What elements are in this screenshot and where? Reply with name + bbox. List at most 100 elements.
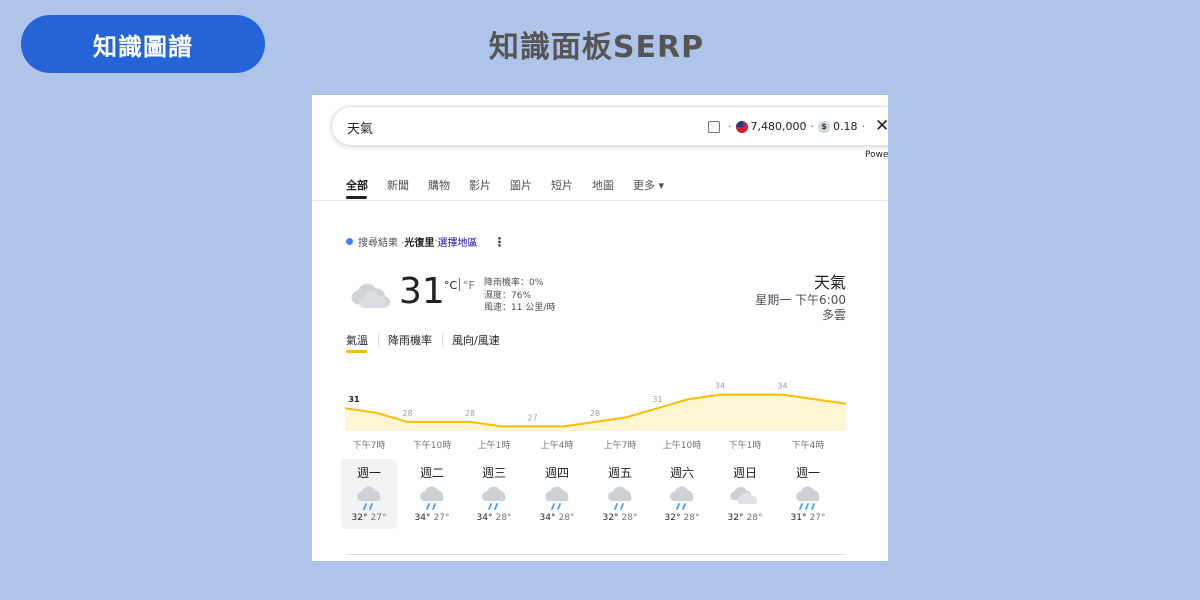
day-name: 週六	[669, 466, 694, 480]
day-temps: 32° 27°	[341, 513, 397, 523]
day-temps: 31° 27°	[780, 513, 836, 523]
time-label: 上午4時	[540, 441, 574, 451]
day-temps: 32° 28°	[717, 513, 773, 523]
day-temps: 34° 28°	[466, 513, 522, 523]
low-temp: 27°	[370, 513, 387, 523]
tab-shopping[interactable]: 購物	[428, 177, 450, 193]
tab-temperature[interactable]: 氣溫	[346, 332, 378, 348]
current-temp: 31	[399, 271, 445, 312]
temperature-label: 31	[652, 395, 662, 404]
day-name: 週二	[419, 466, 444, 480]
day-name: 週三	[481, 466, 506, 480]
low-temp: 27°	[809, 513, 826, 523]
high-temp: 34°	[539, 513, 556, 523]
time-label: 下午7時	[352, 441, 386, 451]
high-temp: 32°	[727, 513, 744, 523]
time-label: 下午1時	[728, 441, 762, 451]
high-temp: 31°	[790, 513, 807, 523]
tab-videos[interactable]: 影片	[469, 177, 491, 193]
time-label: 上午1時	[477, 441, 511, 451]
forecast-day[interactable]: 週三 34° 28°	[466, 459, 522, 529]
tab-shorts[interactable]: 短片	[551, 177, 573, 193]
tabs-divider	[312, 200, 888, 201]
day-name: 週一	[356, 466, 381, 480]
forecast-day[interactable]: 週一 32° 27°	[341, 459, 397, 529]
tab-more[interactable]: 更多 ▾	[633, 177, 664, 193]
temperature-label: 34	[715, 382, 725, 391]
precip-chance: 降雨機率：0%	[484, 278, 544, 288]
rain-icon	[667, 484, 697, 510]
dollar-icon: $	[817, 120, 830, 133]
forecast-day[interactable]: 週五 32° 28°	[592, 459, 648, 529]
search-tabs: 全部 新聞 購物 影片 圖片 短片 地圖 更多 ▾	[346, 177, 683, 193]
active-tab-indicator	[346, 196, 367, 199]
tab-precipitation[interactable]: 降雨機率	[388, 332, 442, 348]
close-icon[interactable]: ✕	[875, 118, 888, 135]
temperature-label: 31	[348, 395, 360, 404]
tab-images[interactable]: 圖片	[510, 177, 532, 193]
search-meta: · 7,480,000 · $ 0.18 · ✕	[708, 118, 888, 135]
day-name: 週四	[544, 466, 569, 480]
temperature-label: 27	[527, 413, 537, 422]
high-temp: 32°	[664, 513, 681, 523]
forecast-day[interactable]: 週一 31° 27°	[780, 459, 836, 529]
high-temp: 32°	[351, 513, 368, 523]
low-temp: 28°	[683, 513, 700, 523]
cost-value: 0.18	[832, 120, 858, 133]
location-time: 星期一 下午6:00	[755, 293, 846, 307]
temperature-label: 28	[402, 409, 412, 418]
time-labels: 下午7時 下午10時 上午1時 上午4時 上午7時 上午10時 下午1時 下午4時	[312, 438, 888, 452]
unit-fahrenheit[interactable]: °F	[463, 279, 475, 292]
rain-icon	[605, 484, 635, 510]
choose-region-link[interactable]: 選擇地區	[438, 234, 478, 249]
cloudy-icon	[730, 484, 760, 510]
day-temps: 32° 28°	[592, 513, 648, 523]
powered-text: Powe	[865, 150, 888, 160]
source-line: 搜尋結果 · 光復里 · 選擇地區 ⋮	[346, 234, 506, 249]
taiwan-flag-icon	[735, 120, 748, 133]
time-label: 下午10時	[412, 441, 452, 451]
day-name: 週五	[607, 466, 632, 480]
checkbox-icon[interactable]	[708, 120, 720, 133]
temperature-label: 34	[777, 382, 787, 391]
humidity: 濕度：76%	[484, 290, 532, 301]
location-condition: 多雲	[821, 308, 846, 322]
tab-wind[interactable]: 風向/風速	[452, 332, 510, 348]
unit-celsius[interactable]: °C	[444, 279, 457, 292]
day-temps: 34° 27°	[404, 513, 460, 523]
result-count: 7,480,000	[750, 120, 807, 133]
active-subtab-indicator	[346, 350, 367, 353]
day-temps: 32° 28°	[654, 513, 710, 523]
serp-panel: 天氣 · 7,480,000 · $ 0.18 · ✕ Powe 全部 新聞 購…	[312, 95, 888, 561]
search-bar[interactable]: 天氣 · 7,480,000 · $ 0.18 · ✕	[331, 106, 888, 146]
location-title: 天氣	[813, 273, 846, 292]
source-prefix: 搜尋結果 ·	[358, 238, 405, 249]
forecast-day[interactable]: 週日 32° 28°	[717, 459, 773, 529]
rain-icon	[417, 484, 447, 510]
low-temp: 28°	[495, 513, 512, 523]
tab-maps[interactable]: 地圖	[592, 177, 614, 193]
bottom-divider	[346, 554, 846, 555]
high-temp: 32°	[602, 513, 619, 523]
more-vert-icon[interactable]: ⋮	[494, 235, 506, 249]
location-block: 天氣 星期一 下午6:00 多雲	[755, 273, 846, 323]
wind-speed: 風速：11 公里/時	[484, 303, 556, 313]
day-name: 週一	[795, 466, 820, 480]
tab-all[interactable]: 全部	[346, 177, 368, 193]
time-label: 上午7時	[603, 441, 637, 451]
low-temp: 28°	[558, 513, 575, 523]
tab-news[interactable]: 新聞	[387, 177, 409, 193]
heavy-rain-icon	[793, 484, 823, 510]
page-title: 知識面板SERP	[488, 30, 705, 65]
blue-dot-icon	[346, 238, 353, 245]
forecast-day[interactable]: 週六 32° 28°	[654, 459, 710, 529]
forecast-day[interactable]: 週二 34° 27°	[404, 459, 460, 529]
forecast-day[interactable]: 週四 34° 28°	[529, 459, 585, 529]
search-input[interactable]: 天氣	[347, 118, 373, 137]
temperature-label: 28	[590, 409, 600, 418]
temperature-label: 28	[465, 409, 475, 418]
rain-icon	[479, 484, 509, 510]
high-temp: 34°	[414, 513, 431, 523]
low-temp: 28°	[746, 513, 763, 523]
temperature-chart: 31 28 28 27 28 31 34 34	[345, 382, 846, 431]
